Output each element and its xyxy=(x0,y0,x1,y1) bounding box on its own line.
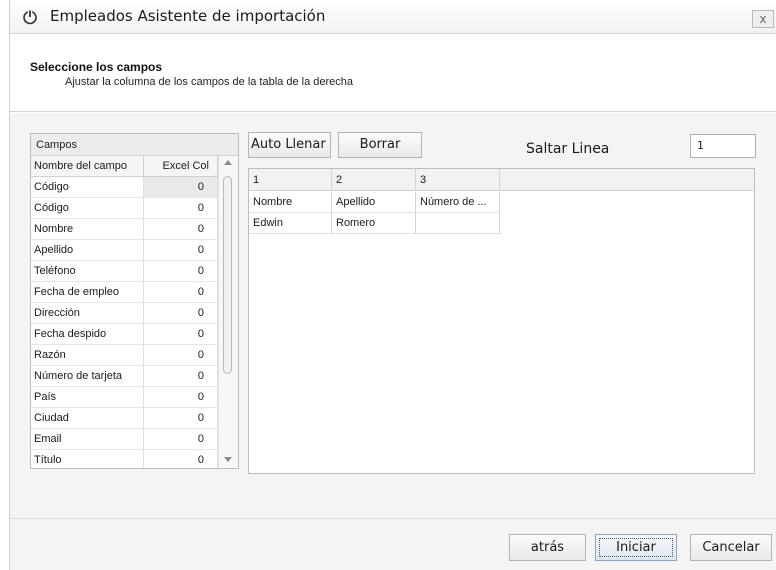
window-title: Empleados Asistente de importación xyxy=(50,7,326,25)
field-excel-col[interactable]: 0 xyxy=(144,282,218,303)
fields-panel: Campos Nombre del campo Excel Col Código… xyxy=(30,133,239,469)
skip-line-label: Saltar Linea xyxy=(526,141,610,157)
preview-cell[interactable]: Romero xyxy=(332,213,416,234)
clear-button[interactable]: Borrar xyxy=(338,132,422,158)
field-excel-col[interactable]: 0 xyxy=(144,366,218,387)
fields-scrollbar[interactable] xyxy=(218,156,238,468)
field-name: Fecha despido xyxy=(31,324,144,345)
start-button[interactable]: Iniciar xyxy=(595,534,677,561)
field-name: Número de tarjeta xyxy=(31,366,144,387)
header-subtitle: Ajustar la columna de los campos de la t… xyxy=(65,76,354,88)
preview-column-header[interactable]: 1 xyxy=(249,169,332,191)
import-wizard-window: Empleados Asistente de importación x Sel… xyxy=(0,0,776,570)
title-bar[interactable]: Empleados Asistente de importación x xyxy=(10,0,776,34)
scroll-thumb[interactable] xyxy=(223,176,232,374)
field-excel-col[interactable]: 0 xyxy=(144,219,218,240)
field-row[interactable]: Título 0 xyxy=(31,450,218,468)
field-row[interactable]: Email 0 xyxy=(31,429,218,450)
focus-ring xyxy=(599,538,673,557)
field-row[interactable]: País 0 xyxy=(31,387,218,408)
field-row[interactable]: Fecha despido 0 xyxy=(31,324,218,345)
preview-cell[interactable] xyxy=(416,213,500,234)
column-header-field-name[interactable]: Nombre del campo xyxy=(31,156,144,177)
field-name: Código xyxy=(31,177,144,198)
field-name: País xyxy=(31,387,144,408)
preview-cell[interactable]: Edwin xyxy=(249,213,332,234)
cancel-button[interactable]: Cancelar xyxy=(690,534,772,561)
field-name: Teléfono xyxy=(31,261,144,282)
field-excel-col[interactable]: 0 xyxy=(144,177,218,198)
fields-caption: Campos xyxy=(31,134,238,156)
field-excel-col[interactable]: 0 xyxy=(144,345,218,366)
field-excel-col[interactable]: 0 xyxy=(144,408,218,429)
fields-header-row: Nombre del campo Excel Col xyxy=(31,156,218,177)
field-name: Razón xyxy=(31,345,144,366)
field-row[interactable]: Código 0 xyxy=(31,177,218,198)
header-title: Seleccione los campos xyxy=(30,60,163,74)
preview-column-header[interactable]: 3 xyxy=(416,169,500,191)
power-icon xyxy=(23,9,37,25)
preview-column-header[interactable]: 2 xyxy=(332,169,416,191)
field-row[interactable]: Razón 0 xyxy=(31,345,218,366)
preview-cell[interactable]: Apellido xyxy=(332,192,416,213)
field-row[interactable]: Fecha de empleo 0 xyxy=(31,282,218,303)
field-name: Apellido xyxy=(31,240,144,261)
auto-fill-button[interactable]: Auto Llenar xyxy=(248,132,331,158)
field-name: Ciudad xyxy=(31,408,144,429)
field-row[interactable]: Dirección 0 xyxy=(31,303,218,324)
field-row[interactable]: Nombre 0 xyxy=(31,219,218,240)
wizard-header: Seleccione los campos Ajustar la columna… xyxy=(10,35,776,112)
column-header-excel-col[interactable]: Excel Col xyxy=(144,156,218,177)
field-excel-col[interactable]: 0 xyxy=(144,240,218,261)
field-name: Email xyxy=(31,429,144,450)
field-excel-col[interactable]: 0 xyxy=(144,303,218,324)
field-excel-col[interactable]: 0 xyxy=(144,429,218,450)
field-excel-col[interactable]: 0 xyxy=(144,198,218,219)
field-row[interactable]: Código 0 xyxy=(31,198,218,219)
preview-cell[interactable]: Nombre xyxy=(249,192,332,213)
field-row[interactable]: Ciudad 0 xyxy=(31,408,218,429)
field-excel-col[interactable]: 0 xyxy=(144,387,218,408)
close-button[interactable]: x xyxy=(752,10,774,28)
scroll-down-arrow-icon[interactable] xyxy=(224,457,232,462)
preview-cell[interactable]: Número de ... xyxy=(416,192,500,213)
field-excel-col[interactable]: 0 xyxy=(144,450,218,468)
field-name: Dirección xyxy=(31,303,144,324)
field-name: Título xyxy=(31,450,144,468)
field-row[interactable]: Teléfono 0 xyxy=(31,261,218,282)
field-name: Nombre xyxy=(31,219,144,240)
field-name: Fecha de empleo xyxy=(31,282,144,303)
skip-line-input[interactable]: 1 xyxy=(690,134,756,158)
preview-grid: 1 2 3 Nombre Apellido Número de ... Edwi… xyxy=(248,168,755,474)
back-button[interactable]: atrás xyxy=(509,534,586,561)
field-row[interactable]: Apellido 0 xyxy=(31,240,218,261)
field-excel-col[interactable]: 0 xyxy=(144,324,218,345)
preview-header-row: 1 2 3 xyxy=(249,169,754,191)
scroll-up-arrow-icon[interactable] xyxy=(224,160,232,165)
field-row[interactable]: Número de tarjeta 0 xyxy=(31,366,218,387)
field-excel-col[interactable]: 0 xyxy=(144,261,218,282)
field-name: Código xyxy=(31,198,144,219)
